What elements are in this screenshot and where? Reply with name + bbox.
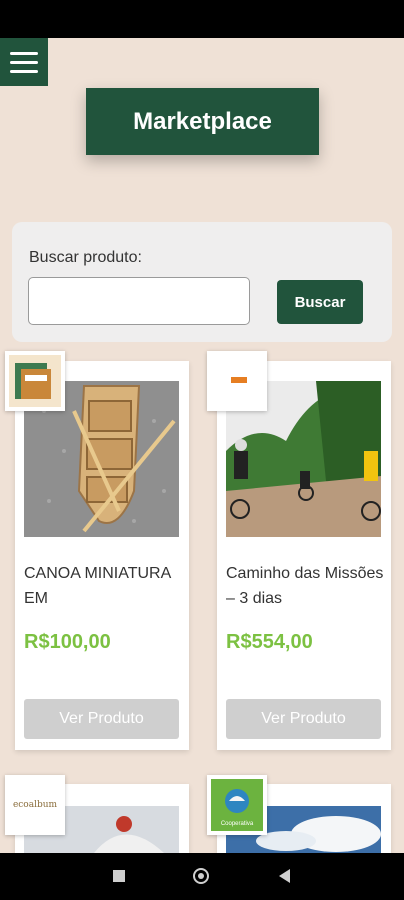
product-card: Caminho das Missões – 3 dias R$554,00 Ve… [217,361,391,750]
seller-logo-text: ecoalbum [12,800,58,810]
product-price: R$554,00 [226,631,313,653]
search-input[interactable] [28,277,250,325]
page-title: Marketplace [86,88,319,155]
product-card: CANOA MINIATURA EM R$100,00 Ver Produto [15,361,189,750]
search-label: Buscar produto: [29,249,142,266]
status-bar [0,0,404,38]
seller-logo-text: Cooperativa [220,821,254,827]
product-name: CANOA MINIATURA EM [24,565,171,607]
menu-button[interactable] [0,38,48,86]
recent-apps-icon[interactable] [113,870,125,882]
product-price: R$100,00 [24,631,111,653]
back-icon[interactable] [279,869,290,883]
seller-logo: Cooperativa [207,775,267,835]
product-name: Caminho das Missões – 3 dias [226,565,384,607]
system-nav-bar [0,853,404,900]
hamburger-icon [10,51,38,55]
view-product-button[interactable]: Ver Produto [24,699,179,739]
search-panel: Buscar produto: Buscar [12,222,392,342]
search-button[interactable]: Buscar [277,280,363,324]
seller-logo [5,351,65,411]
view-product-button[interactable]: Ver Produto [226,699,381,739]
seller-logo: ecoalbum [5,775,65,835]
seller-logo [207,351,267,411]
home-icon[interactable] [193,868,209,884]
